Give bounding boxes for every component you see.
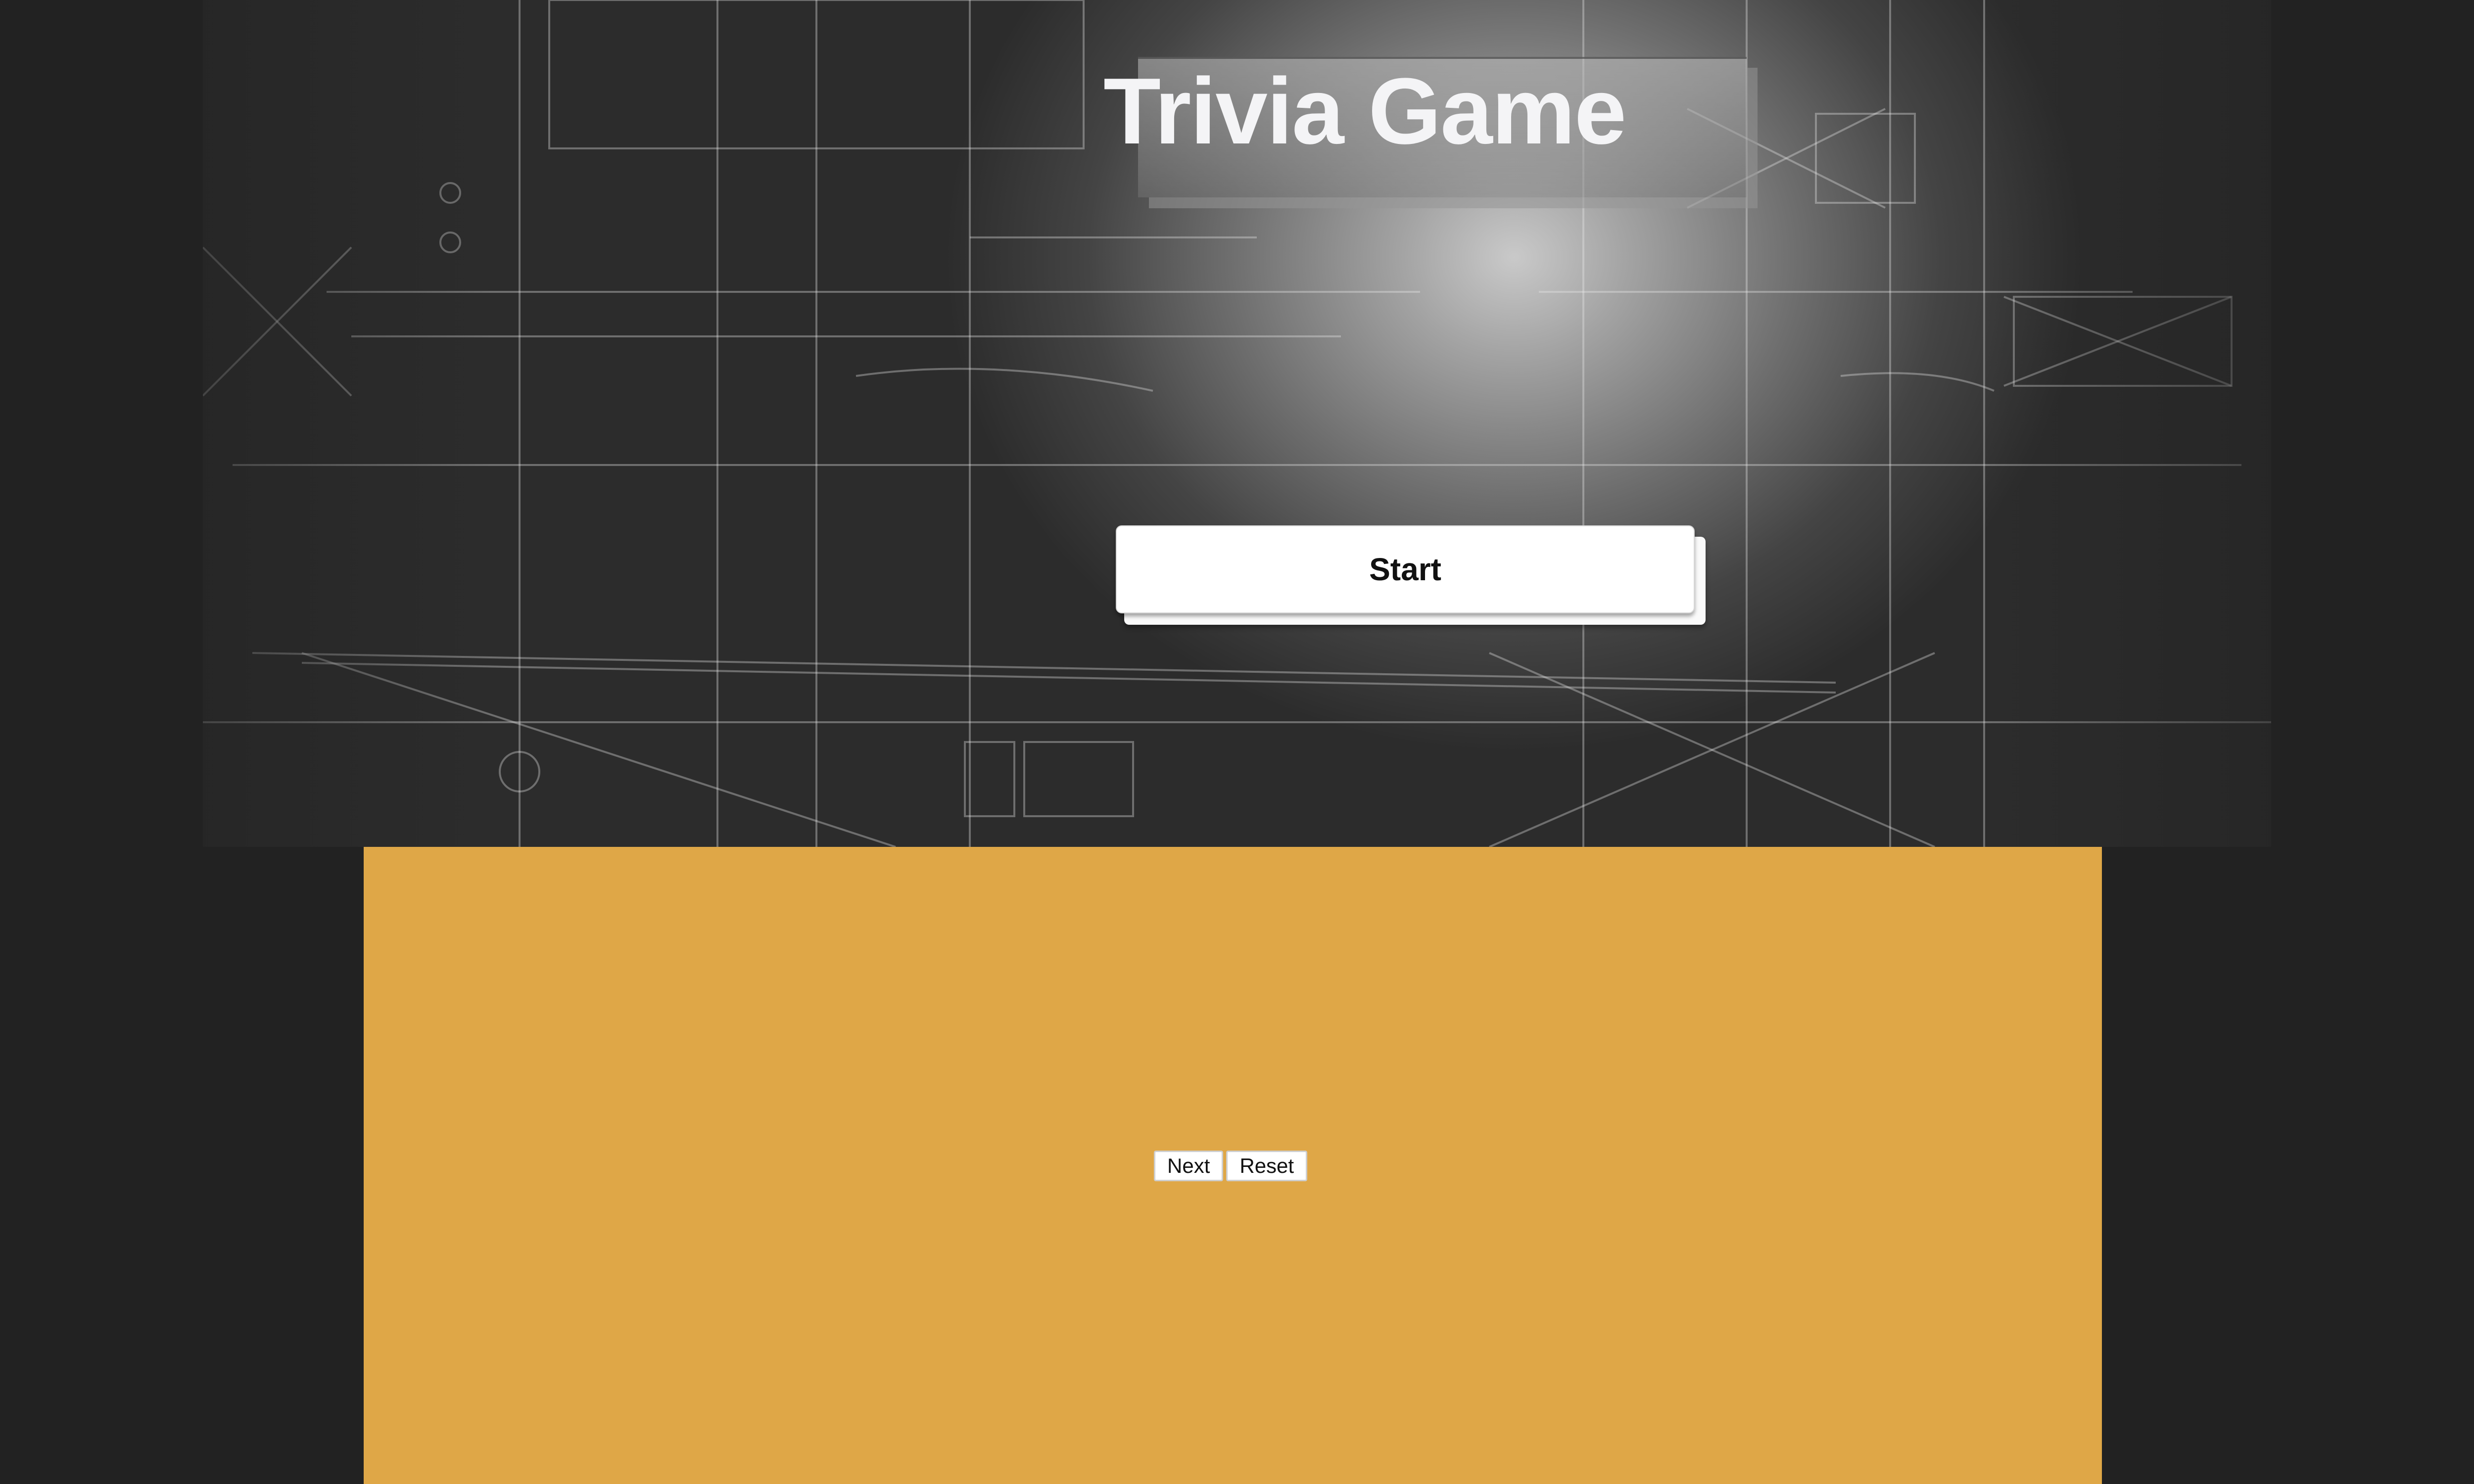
page: Trivia Game Start Next Reset bbox=[0, 0, 2474, 1484]
reset-button[interactable]: Reset bbox=[1226, 1151, 1308, 1181]
game-controls: Next Reset bbox=[1154, 1151, 1308, 1181]
blueprint-hero: Trivia Game Start bbox=[203, 0, 2271, 847]
game-panel: Next Reset bbox=[364, 847, 2102, 1484]
next-button[interactable]: Next bbox=[1154, 1151, 1224, 1181]
start-button[interactable]: Start bbox=[1116, 525, 1695, 613]
page-title: Trivia Game bbox=[1103, 59, 1626, 164]
